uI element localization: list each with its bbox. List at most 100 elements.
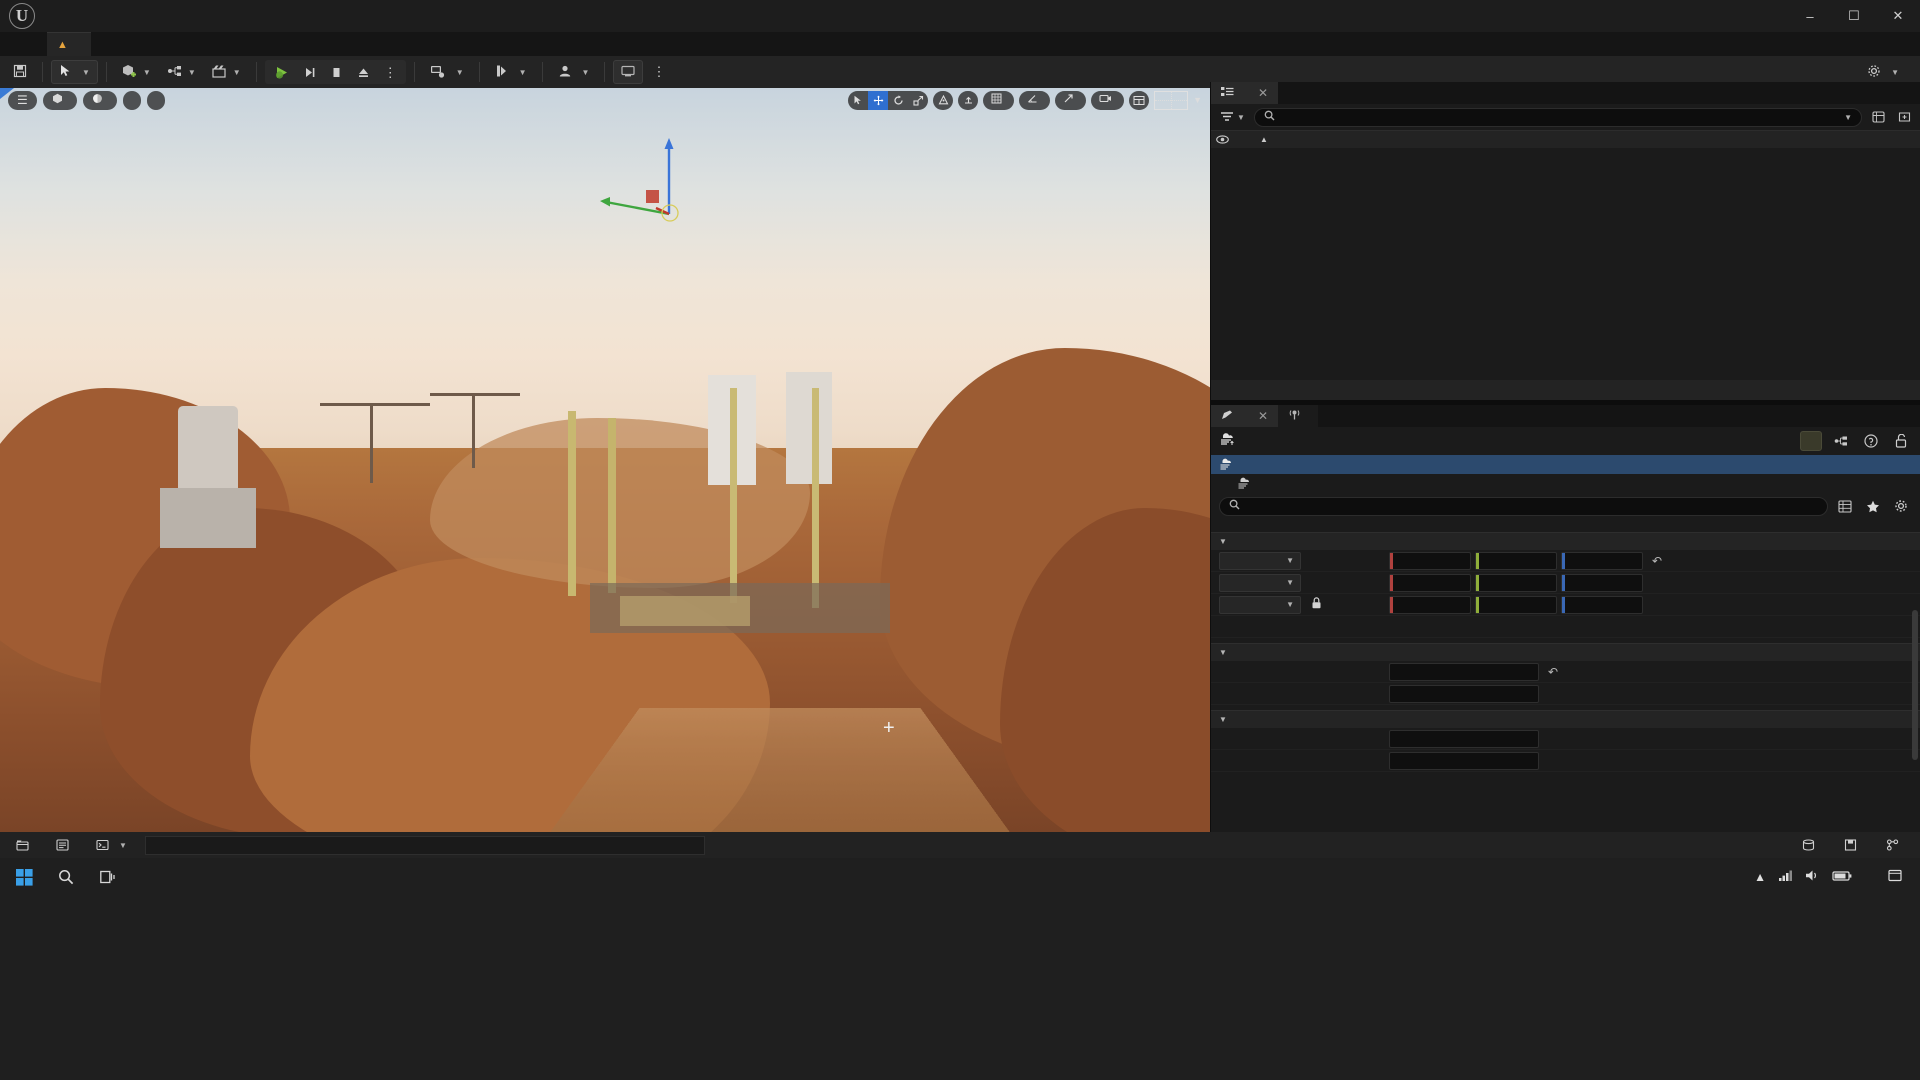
blueprint-tree-button[interactable] bbox=[1830, 431, 1852, 451]
viewport-scalability-button[interactable] bbox=[146, 90, 165, 110]
settings-button[interactable]: ▼ bbox=[1860, 60, 1906, 84]
transform-gizmo[interactable] bbox=[600, 136, 680, 226]
pixel-streaming-button[interactable]: ▼ bbox=[488, 60, 534, 84]
cmd-button[interactable]: ▼ bbox=[88, 836, 135, 855]
second-fog-density-input[interactable] bbox=[1389, 729, 1539, 748]
battery-icon[interactable] bbox=[1832, 870, 1852, 885]
layout-chevron-down-icon[interactable]: ▼ bbox=[1193, 95, 1202, 105]
location-dropdown[interactable]: ▼ bbox=[1219, 551, 1301, 570]
skip-button[interactable] bbox=[296, 60, 323, 84]
fog-component-section-header[interactable]: ▼ bbox=[1211, 643, 1920, 661]
outliner-search-input[interactable] bbox=[1280, 110, 1839, 124]
viewport-lit-button[interactable] bbox=[82, 90, 117, 110]
task-view-icon[interactable] bbox=[88, 860, 128, 894]
location-z-input[interactable] bbox=[1561, 551, 1643, 570]
close-icon[interactable]: ✕ bbox=[1258, 86, 1268, 100]
scale-z-input[interactable] bbox=[1561, 595, 1643, 614]
content-drawer-button[interactable] bbox=[8, 836, 42, 855]
cinematics-button[interactable]: ▼ bbox=[205, 60, 248, 84]
scale-y-input[interactable] bbox=[1475, 595, 1557, 614]
play-button[interactable] bbox=[267, 60, 296, 84]
fog-density-input[interactable] bbox=[1389, 662, 1539, 681]
taskbar-search-icon[interactable] bbox=[46, 860, 86, 894]
details-close-icon[interactable]: ✕ bbox=[1258, 409, 1268, 423]
rotation-z-input[interactable] bbox=[1561, 573, 1643, 592]
unsaved-button[interactable] bbox=[1836, 836, 1870, 855]
grid-snap-control[interactable] bbox=[983, 90, 1015, 110]
outliner-list[interactable] bbox=[1211, 148, 1920, 380]
notification-icon[interactable] bbox=[1888, 869, 1902, 885]
search-chevron-down-icon[interactable]: ▼ bbox=[1844, 113, 1852, 122]
stop-button[interactable] bbox=[323, 60, 350, 84]
viewport-options-button[interactable] bbox=[1129, 91, 1149, 110]
fog-height-falloff-input[interactable] bbox=[1389, 684, 1539, 703]
camera-speed-control[interactable] bbox=[1091, 90, 1125, 110]
maximize-button[interactable]: ☐ bbox=[1832, 0, 1876, 32]
network-icon[interactable] bbox=[1778, 869, 1793, 885]
volume-icon[interactable] bbox=[1805, 869, 1820, 885]
lock-icon[interactable] bbox=[1307, 597, 1325, 612]
scale-dropdown[interactable]: ▼ bbox=[1219, 595, 1301, 614]
level-tab[interactable]: ▲ bbox=[47, 32, 91, 56]
favorites-button[interactable] bbox=[1862, 496, 1884, 516]
world-coords-button[interactable] bbox=[933, 91, 953, 110]
second-fog-height-falloff-input[interactable] bbox=[1389, 751, 1539, 770]
tab-live-link[interactable] bbox=[1278, 405, 1319, 427]
rotation-x-input[interactable] bbox=[1389, 573, 1471, 592]
tab-outliner[interactable]: ✕ bbox=[1211, 82, 1279, 104]
details-settings-button[interactable] bbox=[1890, 496, 1912, 516]
derived-data-button[interactable] bbox=[1794, 836, 1828, 855]
scale-tool-button[interactable] bbox=[908, 91, 928, 110]
location-y-input[interactable] bbox=[1475, 551, 1557, 570]
details-instance-row[interactable] bbox=[1211, 455, 1920, 474]
second-fog-section-header[interactable]: ▼ bbox=[1211, 710, 1920, 728]
view-options-button[interactable] bbox=[1834, 496, 1856, 516]
blueprints-button[interactable]: ▼ bbox=[160, 60, 203, 84]
angle-snap-control[interactable] bbox=[1019, 90, 1051, 110]
viewport-show-button[interactable] bbox=[122, 90, 141, 110]
level-viewport[interactable]: ☰ ▼ + bbox=[0, 88, 1210, 832]
add-actor-button[interactable]: ▼ bbox=[115, 60, 158, 84]
platforms-button[interactable]: ▼ bbox=[423, 60, 471, 84]
rotation-dropdown[interactable]: ▼ bbox=[1219, 573, 1301, 592]
toolbar-more-button[interactable]: ⋮ bbox=[645, 60, 672, 84]
chevron-up-icon[interactable]: ▲ bbox=[1754, 870, 1766, 884]
viewport-perspective-button[interactable] bbox=[42, 90, 77, 110]
remote-control-button[interactable] bbox=[613, 60, 644, 84]
lock-details-button[interactable] bbox=[1890, 431, 1912, 451]
details-component-row[interactable] bbox=[1211, 474, 1920, 493]
windows-start-icon[interactable] bbox=[4, 860, 44, 894]
help-button[interactable] bbox=[1860, 431, 1882, 451]
viewport-menu-button[interactable]: ☰ bbox=[8, 90, 37, 110]
output-log-button[interactable] bbox=[48, 836, 82, 855]
tab-details[interactable]: ✕ bbox=[1211, 405, 1279, 427]
layout-button[interactable] bbox=[1154, 90, 1189, 110]
fog-density-reset-button[interactable]: ↶ bbox=[1543, 665, 1563, 679]
move-tool-button[interactable] bbox=[868, 90, 889, 110]
console-command-input[interactable] bbox=[144, 835, 705, 855]
details-search-input[interactable] bbox=[1246, 499, 1818, 513]
source-control-button[interactable] bbox=[1878, 836, 1912, 855]
outliner-more-button[interactable] bbox=[1894, 108, 1914, 127]
minimize-button[interactable]: – bbox=[1788, 0, 1832, 32]
item-label-column[interactable]: ▲ bbox=[1233, 135, 1735, 144]
rotate-tool-button[interactable] bbox=[888, 91, 908, 110]
add-component-button[interactable] bbox=[1800, 431, 1822, 451]
location-x-input[interactable] bbox=[1389, 551, 1471, 570]
selection-mode-button[interactable]: ▼ bbox=[51, 60, 98, 84]
scale-snap-control[interactable] bbox=[1055, 90, 1087, 110]
outliner-search-box[interactable]: ▼ bbox=[1253, 107, 1862, 127]
vp-roles-button[interactable]: ▼ bbox=[551, 60, 597, 84]
outliner-settings-button[interactable] bbox=[1868, 108, 1888, 127]
rotation-y-input[interactable] bbox=[1475, 573, 1557, 592]
outliner-filter-button[interactable]: ▼ bbox=[1217, 111, 1248, 123]
close-button[interactable]: ✕ bbox=[1876, 0, 1920, 32]
transform-section-header[interactable]: ▼ bbox=[1211, 532, 1920, 550]
surface-snap-button[interactable] bbox=[958, 91, 978, 110]
location-reset-button[interactable]: ↶ bbox=[1647, 554, 1667, 568]
eject-button[interactable] bbox=[350, 60, 377, 84]
details-scrollbar[interactable] bbox=[1912, 610, 1918, 760]
play-more-button[interactable]: ⋮ bbox=[377, 60, 404, 84]
scale-x-input[interactable] bbox=[1389, 595, 1471, 614]
save-button[interactable] bbox=[6, 60, 34, 84]
